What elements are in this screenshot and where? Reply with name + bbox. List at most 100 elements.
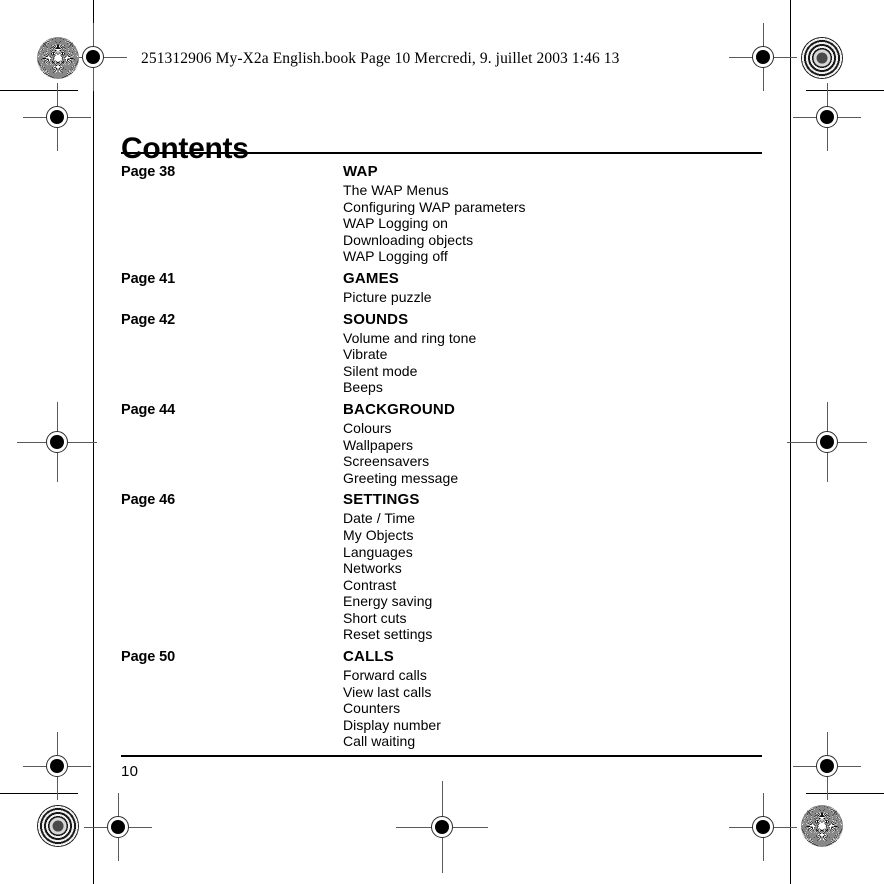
title-rule [121,152,762,154]
crosshair-horizontal [23,766,91,767]
toc-subitem[interactable]: Forward calls [121,667,762,684]
color-rosette-top-right [801,37,843,79]
crosshair-horizontal [23,117,91,118]
toc-section-header[interactable]: Page 46 SETTINGS [121,490,762,510]
toc-section-header[interactable]: Page 42 SOUNDS [121,310,762,330]
crosshair-vertical [118,793,119,861]
toc-subitem-list: The WAP Menus Configuring WAP parameters W… [121,182,762,265]
toc-section: Page 42 SOUNDS Volume and ring tone Vibrate… [121,310,762,396]
toc-subitem[interactable]: Counters [121,700,762,717]
toc-section-title: WAP [343,163,378,180]
toc-subitem[interactable]: Screensavers [121,453,762,470]
crosshair-vertical [93,23,94,91]
toc-subitem[interactable]: Languages [121,544,762,561]
target-center [50,435,64,449]
document-page: 251312906 My-X2a English.book Page 10 Me… [121,0,762,884]
crosshair-horizontal [793,117,861,118]
toc-subitem[interactable]: Short cuts [121,610,762,627]
toc-subitem-list: Picture puzzle [121,289,762,306]
toc-subitem[interactable]: Display number [121,717,762,734]
toc-subitem[interactable]: Colours [121,420,762,437]
crop-line-horizontal-top-left [0,90,78,91]
crosshair-vertical [763,793,764,861]
toc-subitem[interactable]: Networks [121,560,762,577]
toc-section-header[interactable]: Page 38 WAP [121,162,762,182]
toc-section: Page 41 GAMES Picture puzzle [121,269,762,306]
toc-subitem[interactable]: Date / Time [121,510,762,527]
crop-line-vertical-left [93,0,94,884]
crosshair-vertical [57,83,58,151]
target-center [50,759,64,773]
toc-subitem[interactable]: Downloading objects [121,232,762,249]
toc-subitem[interactable]: Contrast [121,577,762,594]
toc-subitem[interactable]: Picture puzzle [121,289,762,306]
target-ring [82,46,104,68]
page-title: Contents [121,132,249,166]
color-rosette-bottom-right [801,805,843,847]
toc-subitem[interactable]: Call waiting [121,733,762,750]
target-ring [46,431,68,453]
toc-section: Page 50 CALLS Forward calls View last calls… [121,647,762,750]
toc-section-title: SOUNDS [343,310,409,328]
crosshair-horizontal [793,766,861,767]
toc-subitem-list: Forward calls View last calls Counters Disp… [121,667,762,750]
toc-subitem[interactable]: WAP Logging on [121,215,762,232]
crosshair-vertical [763,23,764,91]
toc-section-header[interactable]: Page 41 GAMES [121,269,762,289]
toc-subitem-list: Date / Time My Objects Languages Networks Co… [121,510,762,643]
toc-section: Page 46 SETTINGS Date / Time My Objects Lang… [121,490,762,643]
crosshair-vertical [827,83,828,151]
target-center [820,435,834,449]
color-rosette-bottom-left [37,805,79,847]
toc-subitem[interactable]: Wallpapers [121,437,762,454]
toc-subitem[interactable]: Greeting message [121,470,762,487]
toc-subitem[interactable]: The WAP Menus [121,182,762,199]
crop-line-horizontal-bottom-right [806,793,884,794]
toc-page-label: Page 44 [121,401,176,418]
toc-subitem[interactable]: Volume and ring tone [121,330,762,347]
target-ring [46,106,68,128]
crosshair-vertical [827,732,828,800]
crosshair-horizontal [787,442,867,443]
table-of-contents: Page 38 WAP The WAP Menus Configuring WAP p… [121,162,762,750]
toc-page-label: Page 46 [121,492,176,509]
toc-subitem[interactable]: Reset settings [121,626,762,643]
toc-subitem[interactable]: Vibrate [121,346,762,363]
target-ring [816,106,838,128]
toc-section-header[interactable]: Page 50 CALLS [121,647,762,667]
target-center [86,50,100,64]
toc-subitem-list: Volume and ring tone Vibrate Silent mode Be… [121,330,762,396]
toc-subitem[interactable]: My Objects [121,527,762,544]
page-number: 10 [121,763,139,780]
toc-section-header[interactable]: Page 44 BACKGROUND [121,400,762,420]
crosshair-horizontal [17,442,97,443]
target-ring [46,755,68,777]
crosshair-vertical [827,402,828,482]
target-center [50,110,64,124]
target-ring [816,431,838,453]
toc-subitem[interactable]: Configuring WAP parameters [121,199,762,216]
crosshair-vertical [57,732,58,800]
book-slug-line: 251312906 My-X2a English.book Page 10 Me… [141,50,620,67]
toc-page-label: Page 50 [121,649,176,666]
toc-subitem-list: Colours Wallpapers Screensavers Greeting me… [121,420,762,486]
toc-section-title: CALLS [343,648,394,666]
toc-section-title: SETTINGS [343,491,420,509]
toc-subitem[interactable]: Silent mode [121,363,762,380]
color-rosette-top-left [37,37,79,79]
crop-line-vertical-right [790,0,791,884]
toc-section: Page 38 WAP The WAP Menus Configuring WAP p… [121,162,762,265]
toc-subitem[interactable]: Beeps [121,379,762,396]
toc-subitem[interactable]: View last calls [121,684,762,701]
toc-section: Page 44 BACKGROUND Colours Wallpapers Screen… [121,400,762,486]
target-center [820,759,834,773]
target-ring [816,755,838,777]
toc-subitem[interactable]: Energy saving [121,593,762,610]
crop-line-horizontal-top-right [806,90,884,91]
footer-rule [121,755,762,757]
toc-subitem[interactable]: WAP Logging off [121,248,762,265]
toc-page-label: Page 42 [121,311,176,328]
toc-section-title: BACKGROUND [343,400,455,418]
target-center [820,110,834,124]
crosshair-horizontal [59,57,127,58]
